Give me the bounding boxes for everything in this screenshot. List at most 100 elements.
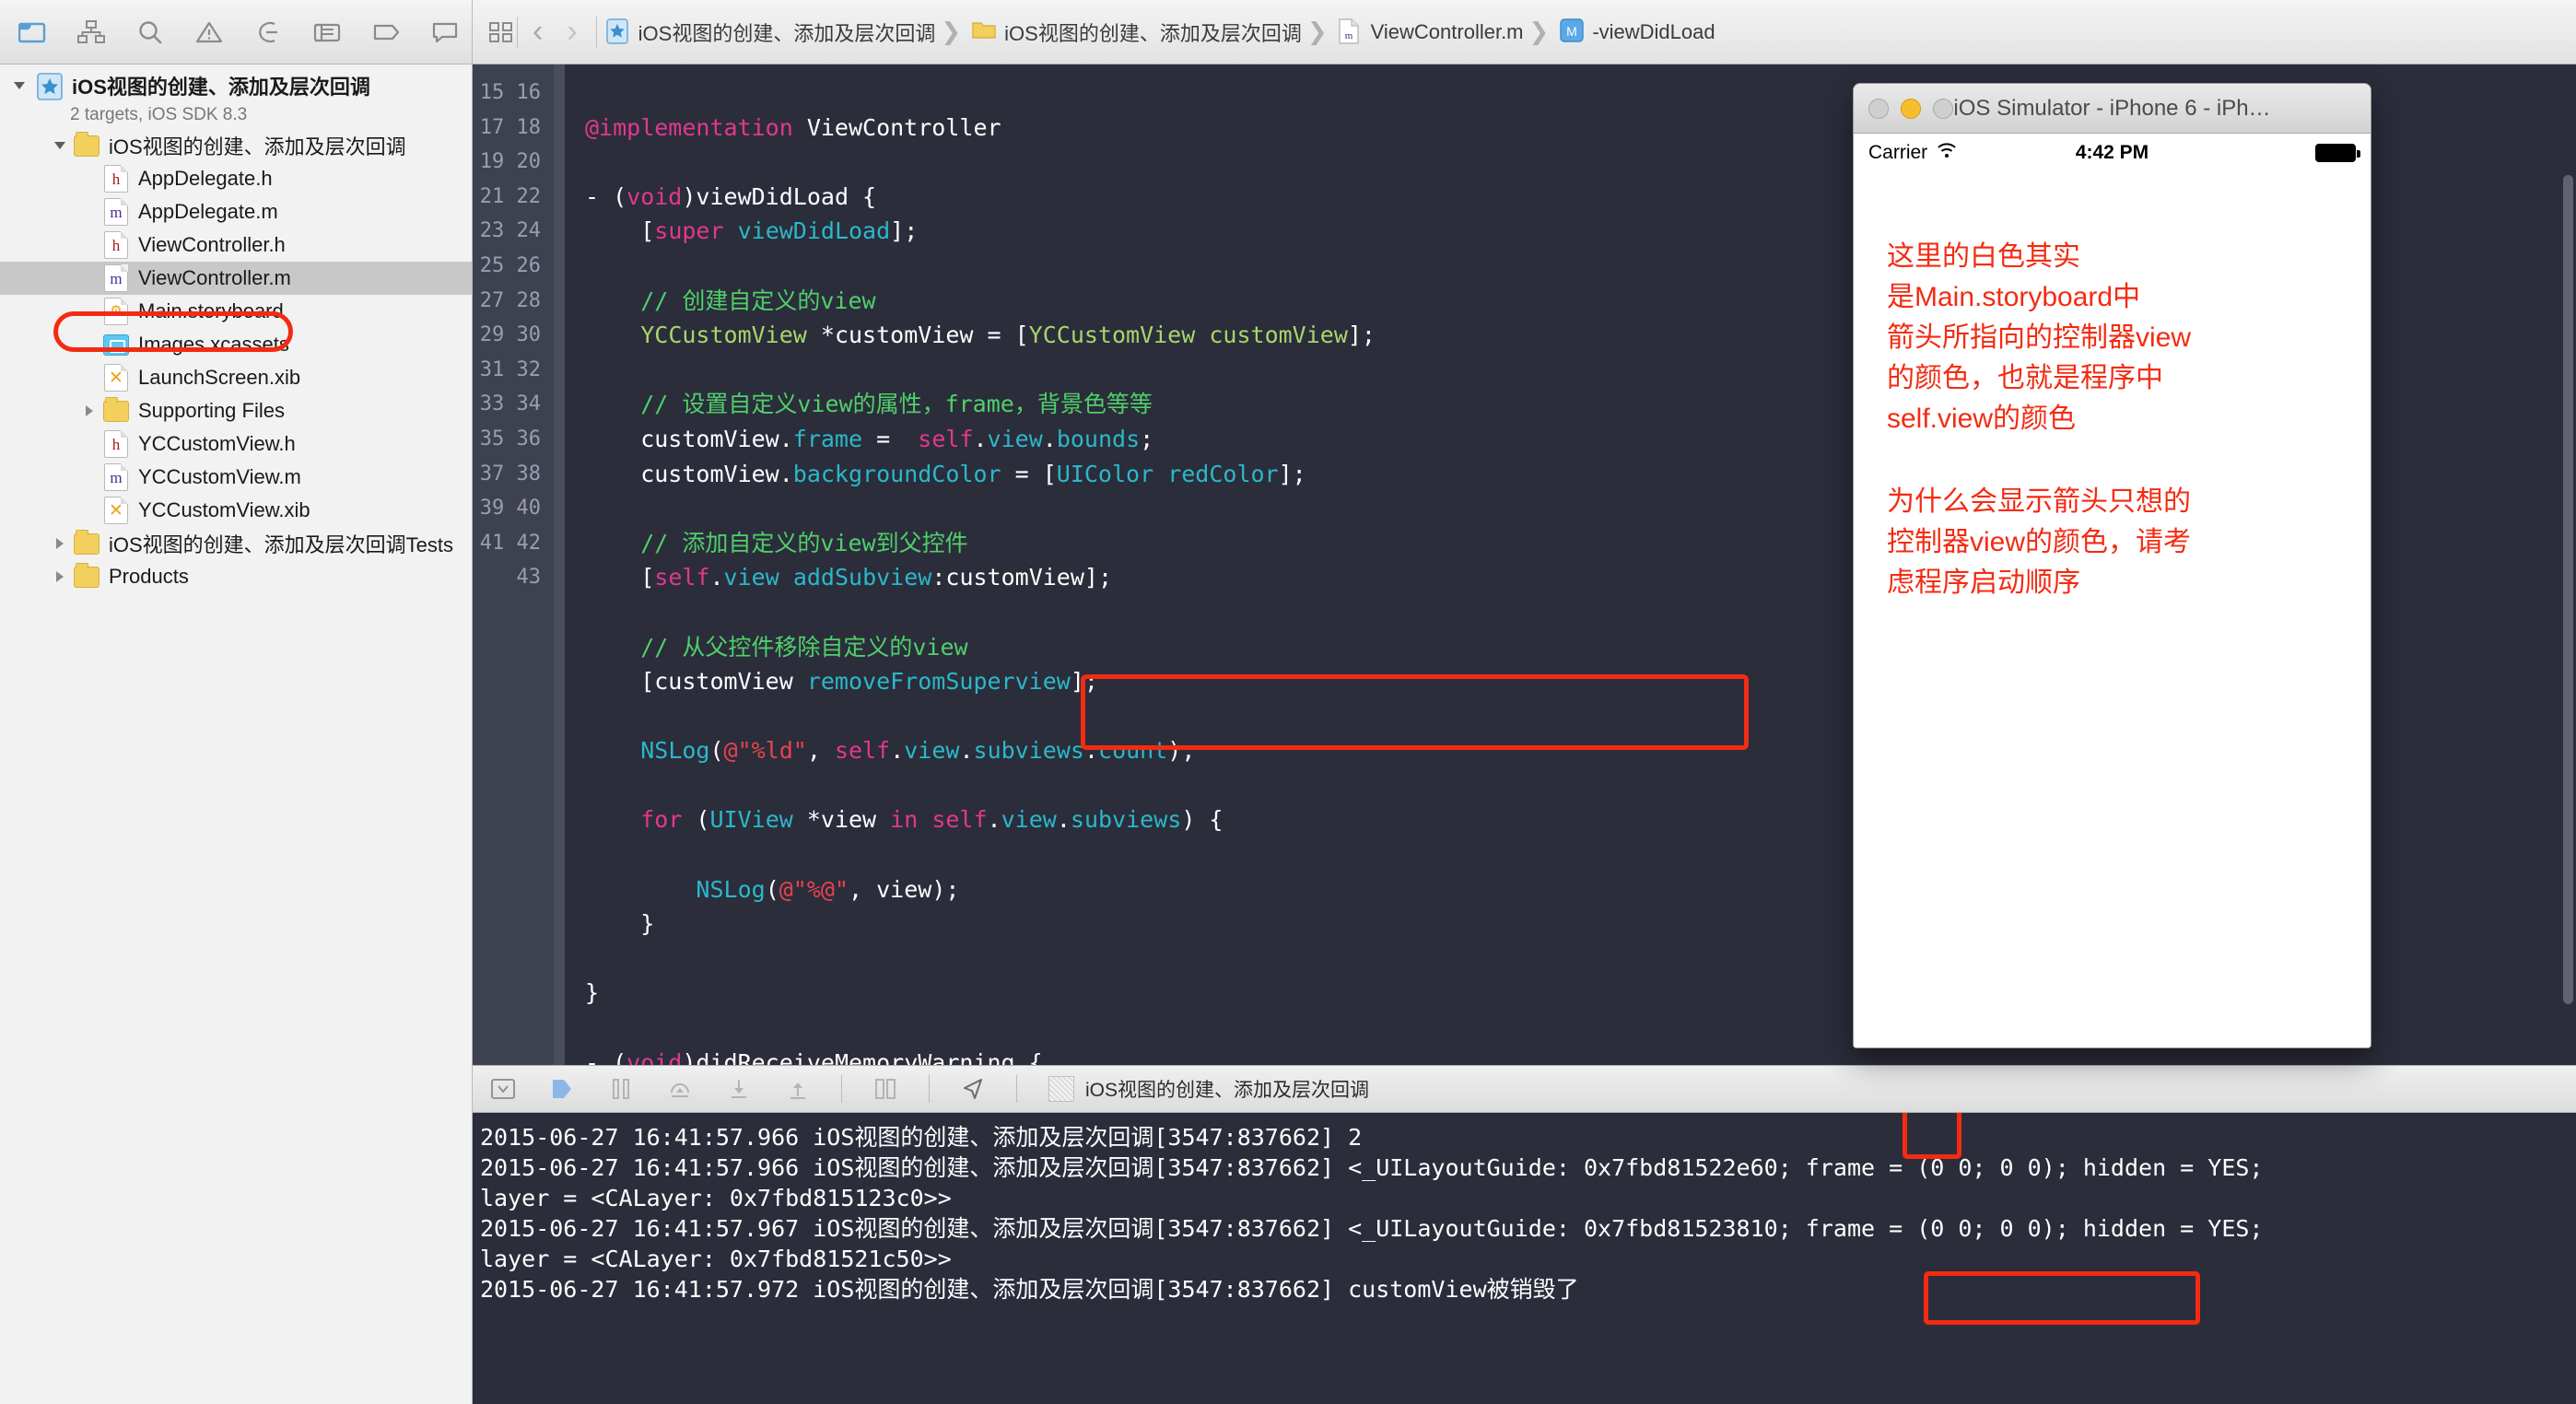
minimize-button[interactable]	[1901, 98, 1921, 119]
file-icon-wrap: m	[103, 264, 129, 292]
navigator-row-launchscreen.xib[interactable]: ✕ LaunchScreen.xib	[0, 361, 472, 394]
annotation-launch-order: 为什么会显示箭头只想的 控制器view的颜色，请考 虑程序启动顺序	[1887, 486, 2192, 598]
navigator-row-iostests[interactable]: iOS视图的创建、添加及层次回调Tests	[0, 527, 472, 560]
navigator-row-ios[interactable]: iOS视图的创建、添加及层次回调	[0, 129, 472, 162]
svg-text:m: m	[1344, 30, 1352, 41]
navigator-row-label: Main.storyboard	[138, 299, 284, 322]
navigator-selector-bar	[0, 0, 473, 64]
navigator-row-appdelegate.m[interactable]: m AppDelegate.m	[0, 195, 472, 228]
divider	[929, 1075, 930, 1103]
breadcrumb-separator: ❯	[1528, 18, 1550, 45]
twisty-closed-icon[interactable]	[46, 536, 74, 551]
file-icon-wrap	[74, 562, 100, 590]
editor-scrollbar[interactable]	[2563, 175, 2573, 1004]
file-icon-wrap: h	[103, 165, 129, 193]
location-simulate-icon[interactable]	[957, 1074, 989, 1104]
breadcrumb-item-file[interactable]: m ViewController.m	[1329, 18, 1528, 46]
hierarchy-navigator-icon[interactable]	[76, 18, 107, 46]
navigator-row-project[interactable]: iOS视图的创建、添加及层次回调	[0, 70, 472, 101]
hide-debug-area-icon[interactable]	[487, 1074, 519, 1104]
breadcrumb-separator: ❯	[941, 18, 962, 45]
simulator-titlebar[interactable]: iOS Simulator - iPhone 6 - iPh…	[1854, 84, 2371, 134]
navigator-row-label: Images.xcassets	[138, 333, 289, 356]
navigator-row-label: AppDelegate.h	[138, 167, 273, 190]
close-button[interactable]	[1868, 98, 1889, 119]
navigator-row-yccustomview.m[interactable]: m YCCustomView.m	[0, 461, 472, 494]
m-file-icon: m	[1338, 18, 1363, 46]
console-line: 2015-06-27 16:41:57.966 iOS视图的创建、添加及层次回调…	[480, 1124, 1363, 1151]
breadcrumb-label: iOS视图的创建、添加及层次回调	[638, 21, 936, 45]
file-icon-wrap: m	[103, 198, 129, 226]
navigator-row-label: YCCustomView.h	[138, 432, 296, 455]
file-icon-wrap: h	[103, 430, 129, 458]
zoom-button[interactable]	[1933, 98, 1953, 119]
breakpoint-navigator-icon[interactable]	[370, 18, 402, 46]
file-icon-wrap: ⚙	[103, 298, 129, 325]
warning-navigator-icon[interactable]	[193, 18, 225, 46]
twisty-closed-icon[interactable]	[46, 569, 74, 584]
navigator-row-viewcontroller.m[interactable]: m ViewController.m	[0, 262, 472, 295]
forward-button[interactable]: ›	[567, 14, 577, 50]
navigator-row-label: AppDelegate.m	[138, 200, 278, 223]
breadcrumb-separator: ❯	[1306, 18, 1328, 45]
xib-file-icon: ✕	[104, 364, 128, 392]
h-file-icon: h	[104, 231, 128, 259]
step-out-icon[interactable]	[782, 1074, 814, 1104]
breadcrumb-item-group[interactable]: iOS视图的创建、添加及层次回调	[963, 18, 1306, 47]
debug-process-label[interactable]: iOS视图的创建、添加及层次回调	[1048, 1075, 1369, 1103]
view-hierarchy-icon[interactable]	[870, 1074, 901, 1104]
breadcrumb: iOS视图的创建、添加及层次回调 ❯ iOS视图的创建、添加及层次回调 ❯ m …	[597, 18, 1719, 47]
breadcrumb-label: iOS视图的创建、添加及层次回调	[1004, 21, 1302, 45]
log-navigator-icon[interactable]	[429, 18, 461, 46]
search-navigator-icon[interactable]	[135, 18, 166, 46]
step-over-icon[interactable]	[664, 1074, 696, 1104]
navigator-row-appdelegate.h[interactable]: h AppDelegate.h	[0, 162, 472, 195]
file-icon-wrap: h	[103, 231, 129, 259]
divider	[1016, 1075, 1017, 1103]
navigator-row-products[interactable]: Products	[0, 560, 472, 593]
step-into-icon[interactable]	[723, 1074, 755, 1104]
twisty-open-icon[interactable]	[46, 140, 74, 151]
file-icon-wrap: m	[103, 463, 129, 491]
svg-text:M: M	[1566, 24, 1577, 39]
battery-icon	[2315, 144, 2360, 162]
console-line: layer = <CALayer: 0x7fbd815123c0>>	[480, 1185, 952, 1211]
method-icon: M	[1560, 18, 1585, 46]
ios-simulator-window[interactable]: iOS Simulator - iPhone 6 - iPh… Carrier …	[1853, 83, 2371, 1048]
pause-icon[interactable]	[605, 1074, 637, 1104]
top-toolbar: ‹ › iOS视图的创建、添加及层次回调 ❯ iOS视图的创建、添加及层次回调	[0, 0, 2576, 64]
console-output[interactable]: 2015-06-27 16:41:57.966 iOS视图的创建、添加及层次回调…	[473, 1113, 2576, 1404]
navigator-row-main.storyboard[interactable]: ⚙ Main.storyboard	[0, 295, 472, 328]
m-file-icon: m	[104, 264, 128, 292]
simulator-screen[interactable]: 这里的白色其实 是Main.storyboard中 箭头所指向的控制器view …	[1854, 172, 2371, 1047]
editor-layout-icon[interactable]	[486, 18, 517, 46]
continue-program-icon[interactable]	[546, 1074, 578, 1104]
navigator-row-yccustomview.h[interactable]: h YCCustomView.h	[0, 427, 472, 461]
breadcrumb-item-method[interactable]: M -viewDidLoad	[1551, 18, 1718, 46]
simulator-status-bar: Carrier 4:42 PM	[1854, 134, 2371, 172]
navigator-row-label: ViewController.m	[138, 266, 291, 289]
navigator-row-viewcontroller.h[interactable]: h ViewController.h	[0, 228, 472, 262]
folder-navigator-icon[interactable]	[17, 18, 48, 46]
navigator-row-label: LaunchScreen.xib	[138, 366, 301, 389]
debug-navigator-icon[interactable]	[311, 18, 343, 46]
navigator-row-images.xcassets[interactable]: Images.xcassets	[0, 328, 472, 361]
twisty-open-icon[interactable]	[6, 80, 33, 91]
navigator-row-yccustomview.xib[interactable]: ✕ YCCustomView.xib	[0, 494, 472, 527]
folder-icon	[74, 529, 100, 555]
breadcrumb-item-project[interactable]: iOS视图的创建、添加及层次回调	[597, 18, 940, 47]
xib-file-icon: ✕	[104, 497, 128, 524]
file-icon-wrap	[74, 131, 100, 158]
console-line: 2015-06-27 16:41:57.967 iOS视图的创建、添加及层次回调…	[480, 1215, 2264, 1242]
project-navigator[interactable]: iOS视图的创建、添加及层次回调 2 targets, iOS SDK 8.3 …	[0, 64, 473, 1404]
h-file-icon: h	[104, 430, 128, 458]
navigator-row-label: iOS视图的创建、添加及层次回调	[109, 135, 406, 158]
navigator-row-label: YCCustomView.xib	[138, 498, 310, 521]
back-button[interactable]: ‹	[533, 14, 543, 50]
test-navigator-icon[interactable]	[252, 18, 284, 46]
navigator-row-label: ViewController.h	[138, 233, 286, 256]
breadcrumb-label: ViewController.m	[1370, 19, 1524, 43]
navigator-row-supportingfiles[interactable]: Supporting Files	[0, 394, 472, 427]
navigator-row-label: iOS视图的创建、添加及层次回调Tests	[109, 533, 454, 556]
twisty-closed-icon[interactable]	[76, 404, 103, 418]
